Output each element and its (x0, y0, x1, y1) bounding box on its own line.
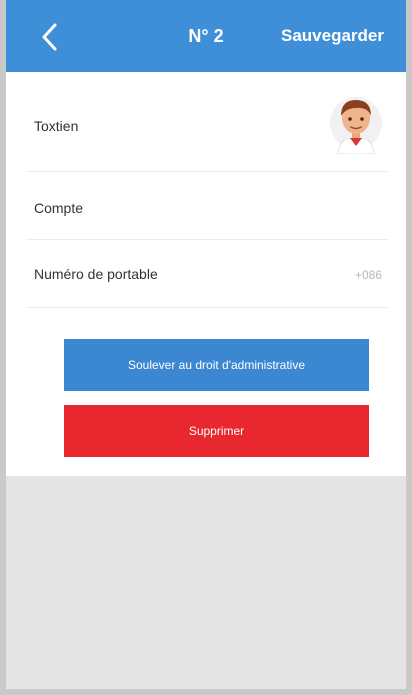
user-label: Toxtien (34, 118, 79, 134)
admin-rights-button[interactable]: Soulever au droit d'administrative (64, 339, 369, 391)
account-label: Compte (34, 200, 84, 216)
delete-button[interactable]: Supprimer (64, 405, 369, 457)
account-row[interactable]: Compte (26, 172, 388, 240)
top-navigation-bar: N° 2 Sauvegarder (6, 0, 406, 72)
user-row[interactable]: Toxtien (26, 72, 388, 172)
app-frame: N° 2 Sauvegarder Toxtien Compte Numéro d… (0, 0, 412, 695)
save-button[interactable]: Sauvegarder (281, 26, 384, 46)
member-detail-form: Toxtien Compte Numéro de portable +086 S… (6, 72, 406, 476)
user-avatar-icon[interactable] (330, 92, 382, 154)
phone-label: Numéro de portable (34, 266, 158, 282)
phone-value: +086 (354, 268, 382, 282)
empty-background-area (6, 476, 406, 689)
phone-row[interactable]: Numéro de portable +086 (26, 240, 388, 308)
